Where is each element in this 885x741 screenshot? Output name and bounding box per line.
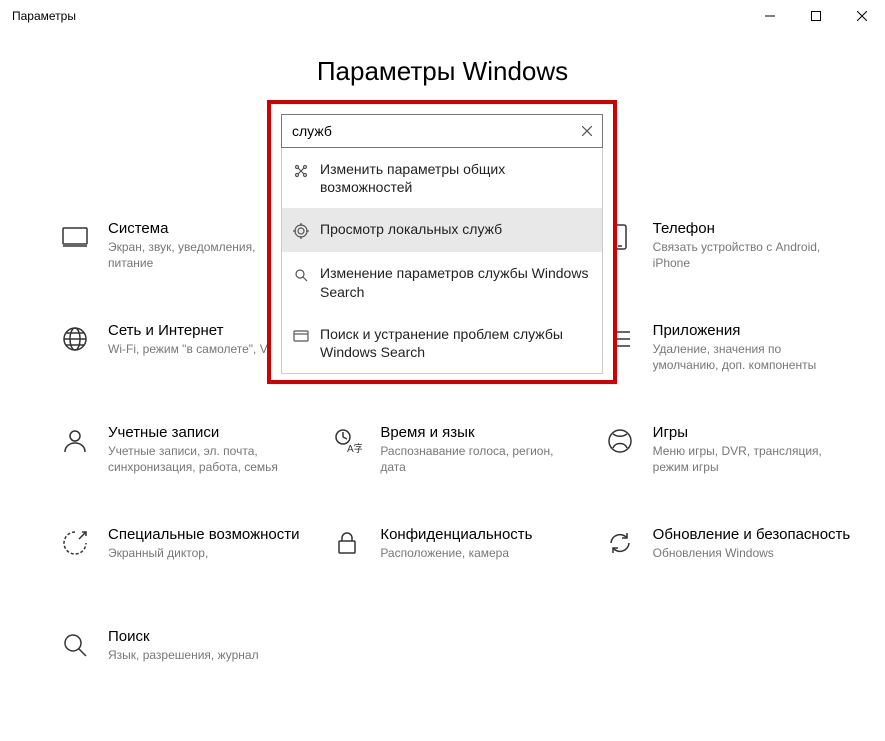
maximize-button[interactable] — [793, 0, 839, 32]
minimize-button[interactable] — [747, 0, 793, 32]
xbox-icon — [603, 424, 637, 458]
troubleshoot-icon — [292, 327, 310, 345]
ease-of-access-icon — [58, 526, 92, 560]
suggestion-label: Изменение параметров службы Windows Sear… — [320, 264, 594, 300]
display-icon — [58, 220, 92, 254]
tile-search[interactable]: Поиск Язык, разрешения, журнал — [58, 628, 310, 688]
search-box[interactable] — [281, 114, 603, 148]
tile-title: Игры — [653, 424, 833, 441]
tile-accounts[interactable]: Учетные записи Учетные записи, эл. почта… — [58, 424, 310, 484]
time-language-icon: A字 — [330, 424, 364, 458]
tile-subtitle: Удаление, значения по умолчанию, доп. ко… — [653, 341, 833, 373]
tile-title: Телефон — [653, 220, 833, 237]
search-icon — [58, 628, 92, 662]
tile-title: Поиск — [108, 628, 259, 645]
suggestion-item[interactable]: Изменить параметры общих возможностей — [282, 148, 602, 208]
suggestion-item[interactable]: Изменение параметров службы Windows Sear… — [282, 252, 602, 312]
suggestion-label: Просмотр локальных служб — [320, 220, 502, 238]
tile-gaming[interactable]: Игры Меню игры, DVR, трансляция, режим и… — [603, 424, 855, 484]
tile-subtitle: Связать устройство с Android, iPhone — [653, 239, 833, 271]
close-button[interactable] — [839, 0, 885, 32]
tile-subtitle: Язык, разрешения, журнал — [108, 647, 259, 663]
clear-icon[interactable] — [578, 123, 596, 139]
tile-subtitle: Распознавание голоса, регион, дата — [380, 443, 560, 475]
update-icon — [603, 526, 637, 560]
svg-text:A字: A字 — [347, 442, 362, 455]
tile-title: Сеть и Интернет — [108, 322, 284, 339]
suggestion-label: Изменить параметры общих возможностей — [320, 160, 594, 196]
tile-title: Специальные возможности — [108, 526, 300, 543]
tile-update-security[interactable]: Обновление и безопасность Обновления Win… — [603, 526, 855, 586]
tile-privacy[interactable]: Конфиденциальность Расположение, камера — [330, 526, 582, 586]
tile-subtitle: Wi-Fi, режим "в самолете", VPN — [108, 341, 284, 357]
suggestion-item[interactable]: Поиск и устранение проблем службы Window… — [282, 313, 602, 373]
person-icon — [58, 424, 92, 458]
tile-apps[interactable]: Приложения Удаление, значения по умолчан… — [603, 322, 855, 382]
tile-title: Время и язык — [380, 424, 560, 441]
tile-subtitle: Меню игры, DVR, трансляция, режим игры — [653, 443, 833, 475]
search-suggestions: Изменить параметры общих возможностей Пр… — [281, 148, 603, 374]
search-highlight-box: Изменить параметры общих возможностей Пр… — [267, 100, 617, 384]
share-icon — [292, 162, 310, 180]
search-settings-icon — [292, 266, 310, 284]
globe-icon — [58, 322, 92, 356]
suggestion-label: Поиск и устранение проблем службы Window… — [320, 325, 594, 361]
page-title: Параметры Windows — [0, 56, 885, 87]
search-input[interactable] — [292, 123, 578, 139]
tile-title: Приложения — [653, 322, 833, 339]
tile-subtitle: Учетные записи, эл. почта, синхронизация… — [108, 443, 288, 475]
tile-subtitle: Экранный диктор, — [108, 545, 288, 561]
tile-title: Конфиденциальность — [380, 526, 532, 543]
tile-subtitle: Расположение, камера — [380, 545, 532, 561]
tile-title: Обновление и безопасность — [653, 526, 851, 543]
window-title: Параметры — [12, 9, 76, 23]
tile-title: Система — [108, 220, 288, 237]
tile-subtitle: Обновления Windows — [653, 545, 833, 561]
lock-icon — [330, 526, 364, 560]
tile-phone[interactable]: Телефон Связать устройство с Android, iP… — [603, 220, 855, 280]
titlebar: Параметры — [0, 0, 885, 32]
suggestion-item[interactable]: Просмотр локальных служб — [282, 208, 602, 252]
tile-subtitle: Экран, звук, уведомления, питание — [108, 239, 288, 271]
tile-title: Учетные записи — [108, 424, 288, 441]
services-icon — [292, 222, 310, 240]
tile-time-language[interactable]: A字 Время и язык Распознавание голоса, ре… — [330, 424, 582, 484]
tile-ease-of-access[interactable]: Специальные возможности Экранный диктор, — [58, 526, 310, 586]
window-controls — [747, 0, 885, 32]
